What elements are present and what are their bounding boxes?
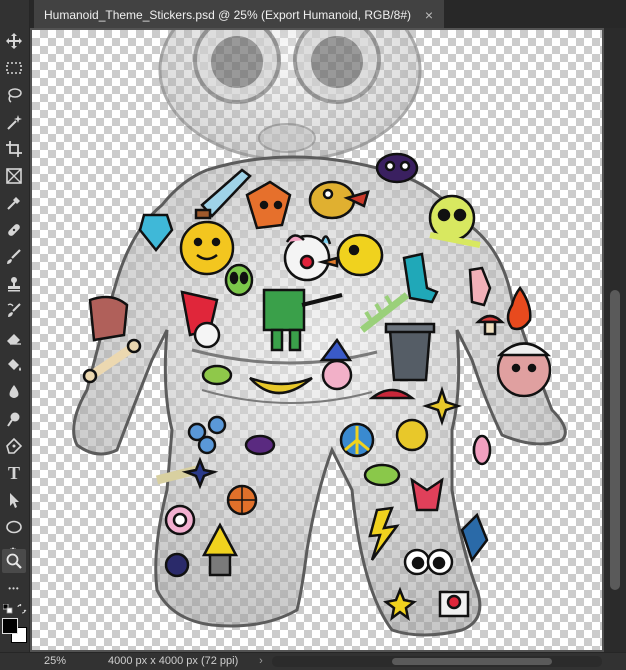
- dodge-tool[interactable]: [2, 407, 26, 431]
- default-colors-icon[interactable]: [3, 604, 13, 614]
- document-canvas[interactable]: [32, 30, 602, 650]
- sticker-yellow-blob: [395, 418, 429, 452]
- document-tab-bar: Humanoid_Theme_Stickers.psd @ 25% (Expor…: [30, 0, 626, 28]
- status-bar: 25% 4000 px x 4000 px (72 ppi) ›: [0, 652, 626, 670]
- move-icon: [6, 33, 22, 49]
- sticker-flower-box: [438, 590, 470, 618]
- blur-drop-icon: [9, 385, 19, 398]
- sticker-sun: [179, 220, 235, 276]
- brush-icon: [7, 249, 21, 264]
- magic-wand-tool[interactable]: [2, 110, 26, 134]
- sticker-peace: [339, 422, 375, 458]
- status-menu-arrow-icon[interactable]: ›: [256, 654, 266, 669]
- arrow-select-icon: [10, 493, 19, 508]
- pen-icon: [6, 437, 23, 454]
- sticker-eggplant: [244, 434, 276, 456]
- crop-icon: [6, 141, 22, 157]
- stamp-icon: [8, 277, 20, 292]
- paint-bucket-tool[interactable]: [2, 353, 26, 377]
- document-tab-title: Humanoid_Theme_Stickers.psd @ 25% (Expor…: [44, 8, 412, 22]
- sticker-pickle: [363, 463, 401, 487]
- history-brush-tool[interactable]: [2, 299, 26, 323]
- canvas-area[interactable]: [30, 28, 604, 652]
- clone-stamp-tool[interactable]: [2, 272, 26, 296]
- sticker-eyeball: [164, 504, 196, 536]
- frame-tool[interactable]: [2, 164, 26, 188]
- move-tool[interactable]: [2, 29, 26, 53]
- zoom-tool[interactable]: [2, 549, 26, 573]
- figure-head: [158, 30, 422, 162]
- horizontal-scroll-thumb[interactable]: [392, 658, 552, 665]
- sticker-cap-face: [496, 342, 552, 398]
- eyedropper-tool[interactable]: [2, 191, 26, 215]
- rectangle-marquee-icon: [6, 62, 22, 74]
- sticker-clown: [283, 234, 332, 282]
- more-tools[interactable]: •••: [2, 576, 26, 600]
- document-tab[interactable]: Humanoid_Theme_Stickers.psd @ 25% (Expor…: [34, 0, 444, 28]
- sticker-trash-can: [384, 322, 436, 382]
- path-selection-tool[interactable]: [2, 488, 26, 512]
- ellipse-icon: [6, 520, 22, 534]
- history-brush-icon: [7, 303, 21, 317]
- eraser-tool[interactable]: [2, 326, 26, 350]
- swap-colors-icon[interactable]: [17, 604, 27, 614]
- sticker-basketball: [226, 484, 258, 516]
- magic-wand-icon: [7, 115, 22, 130]
- horizontal-scrollbar[interactable]: [272, 656, 602, 667]
- humanoid-sticker-artwork[interactable]: [32, 30, 602, 650]
- type-tool[interactable]: T: [2, 461, 26, 485]
- ellipse-tool[interactable]: [2, 515, 26, 539]
- zoom-icon: [6, 553, 22, 569]
- frame-icon: [6, 168, 22, 184]
- lasso-icon: [8, 88, 22, 103]
- dodge-icon: [7, 412, 20, 427]
- brush-tool[interactable]: [2, 245, 26, 269]
- sticker-purple-eyes: [375, 152, 419, 184]
- type-icon: T: [7, 462, 20, 483]
- sticker-alien: [224, 263, 254, 297]
- vertical-scroll-thumb[interactable]: [610, 290, 620, 590]
- paint-bucket-icon: [8, 359, 21, 371]
- eyedropper-icon: [7, 197, 20, 210]
- lasso-tool[interactable]: [2, 83, 26, 107]
- tools-panel: T •••: [0, 0, 30, 652]
- healing-brush-tool[interactable]: [2, 218, 26, 242]
- bandage-icon: [8, 224, 20, 236]
- sticker-bomb: [164, 552, 190, 578]
- ellipsis-icon: •••: [8, 583, 20, 593]
- document-size-info: 4000 px x 4000 px (72 ppi): [108, 655, 239, 667]
- vertical-scrollbar[interactable]: [604, 28, 626, 652]
- color-swatches: [0, 600, 30, 652]
- marquee-tool[interactable]: [2, 56, 26, 80]
- sticker-slug: [201, 364, 233, 386]
- blur-tool[interactable]: [2, 380, 26, 404]
- close-icon[interactable]: ×: [422, 8, 436, 22]
- sticker-muscle-arm: [88, 295, 129, 342]
- foreground-color-swatch[interactable]: [2, 618, 18, 634]
- pen-tool[interactable]: [2, 434, 26, 458]
- sticker-right-pink: [472, 434, 492, 466]
- crop-tool[interactable]: [2, 137, 26, 161]
- zoom-level-field[interactable]: 25%: [44, 654, 84, 669]
- eraser-icon: [7, 334, 21, 345]
